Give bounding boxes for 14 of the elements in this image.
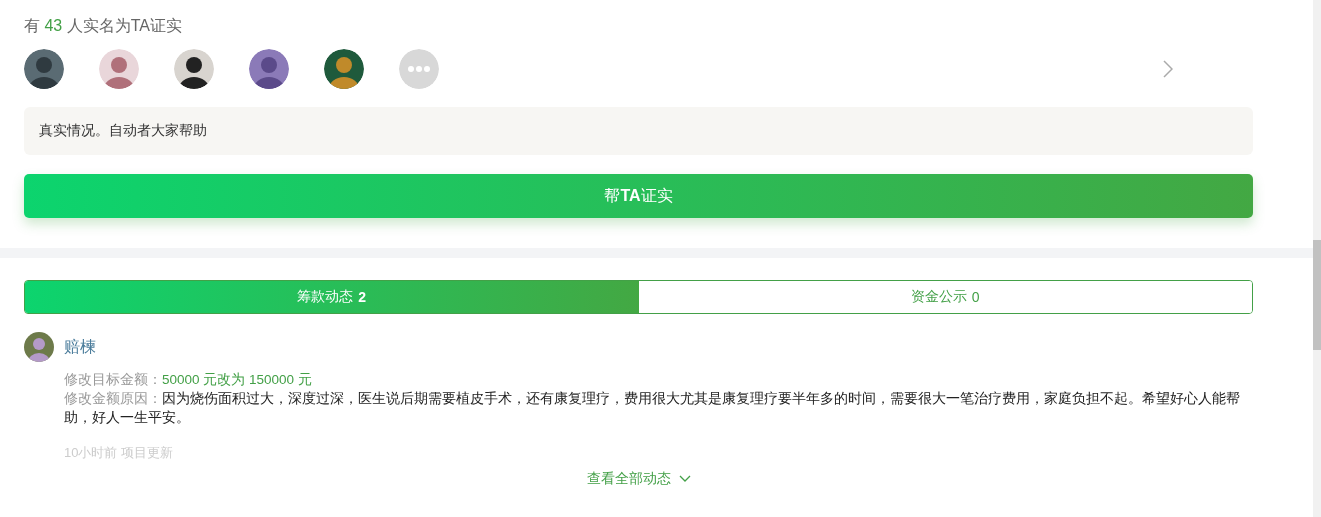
avatar-icon[interactable]: [324, 49, 364, 89]
reason-text: 修改金额原因：因为烧伤面积过大，深度过深，医生说后期需要植皮手术，还有康复理疗，费用很大尤其是康复理疗要半年多的时间，需要很大一笔治疗费用，家庭负担不起。希望好心人能帮助，好人一生平安。: [64, 390, 1241, 427]
avatar-icon[interactable]: [24, 49, 64, 89]
avatar-icon[interactable]: [174, 49, 214, 89]
verify-button[interactable]: 帮TA证实: [24, 174, 1253, 218]
verifier-count-text: 有 43 人实名为TA证实: [24, 16, 183, 36]
avatar-icon[interactable]: [249, 49, 289, 89]
amount-change-text: 修改目标金额：50000 元改为 150000 元: [64, 371, 313, 389]
tab[interactable]: 筹款动态 2: [25, 281, 639, 313]
chevron-down-icon: [678, 475, 691, 483]
comment-text: 真实情况。自动者大家帮助: [39, 122, 207, 140]
scrollbar[interactable]: [1313, 0, 1321, 517]
user-name[interactable]: 赔楝: [64, 336, 96, 358]
view-all-link[interactable]: 查看全部动态: [586, 470, 691, 488]
